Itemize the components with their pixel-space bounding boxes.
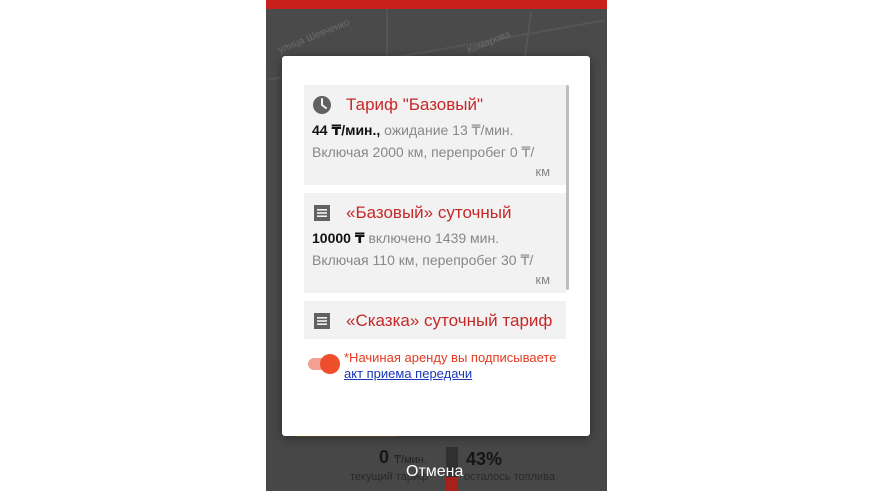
tariff-card[interactable]: «Сказка» суточный тариф <box>304 301 566 339</box>
tariff-title: «Базовый» суточный <box>346 203 512 222</box>
tariff-card[interactable]: Тариф "Базовый" 44 ₸/мин., ожидание 13 ₸… <box>304 85 566 185</box>
tariff-number: 0 <box>379 447 390 467</box>
tariff-title: Тариф "Базовый" <box>346 95 484 114</box>
tariff-dialog: Тариф "Базовый" 44 ₸/мин., ожидание 13 ₸… <box>282 56 590 436</box>
fuel-percent: 43% <box>466 449 503 469</box>
tariff-price-main: 10000 ₸ <box>312 230 365 246</box>
cancel-button[interactable]: Отмена <box>406 463 463 481</box>
toggle-knob <box>320 354 340 374</box>
fuel-caption: осталось топлива <box>464 471 555 483</box>
tariff-price: 44 ₸/мин., ожидание 13 ₸/мин. <box>312 122 514 139</box>
tariff-details-unit: км <box>535 272 550 287</box>
tariff-details-text: Включая 110 км, перепробег 30 ₸/ <box>312 252 534 268</box>
tariff-price-extra: включено 1439 мин. <box>364 230 500 246</box>
top-status-bar <box>266 0 607 9</box>
tariff-list[interactable]: Тариф "Базовый" 44 ₸/мин., ожидание 13 ₸… <box>304 85 566 339</box>
map-street-label: улица Шевченко <box>276 17 352 56</box>
tariff-details-text: Включая 2000 км, перепробег 0 ₸/ <box>312 144 535 160</box>
agreement-link[interactable]: акт приема передачи <box>344 366 472 381</box>
tariff-price-main: 44 ₸/мин., <box>312 122 381 138</box>
agreement-text: *Начиная аренду вы подписываете <box>344 350 557 365</box>
tariff-card[interactable]: «Базовый» суточный 10000 ₸ включено 1439… <box>304 193 566 293</box>
map-street-label: Комарова <box>465 28 513 57</box>
clock-icon <box>312 94 332 116</box>
tariff-price: 10000 ₸ включено 1439 мин. <box>312 230 499 247</box>
tariff-details: Включая 110 км, перепробег 30 ₸/ км <box>312 251 558 289</box>
tariff-details: Включая 2000 км, перепробег 0 ₸/ км <box>312 143 558 181</box>
agreement-toggle[interactable] <box>306 354 340 374</box>
list-icon <box>312 202 332 224</box>
list-icon <box>312 310 332 332</box>
tariff-title: «Сказка» суточный тариф <box>346 311 553 330</box>
tariff-details-unit: км <box>535 164 550 179</box>
tariff-price-extra: ожидание 13 ₸/мин. <box>380 122 514 138</box>
list-scrollbar[interactable] <box>566 85 569 290</box>
